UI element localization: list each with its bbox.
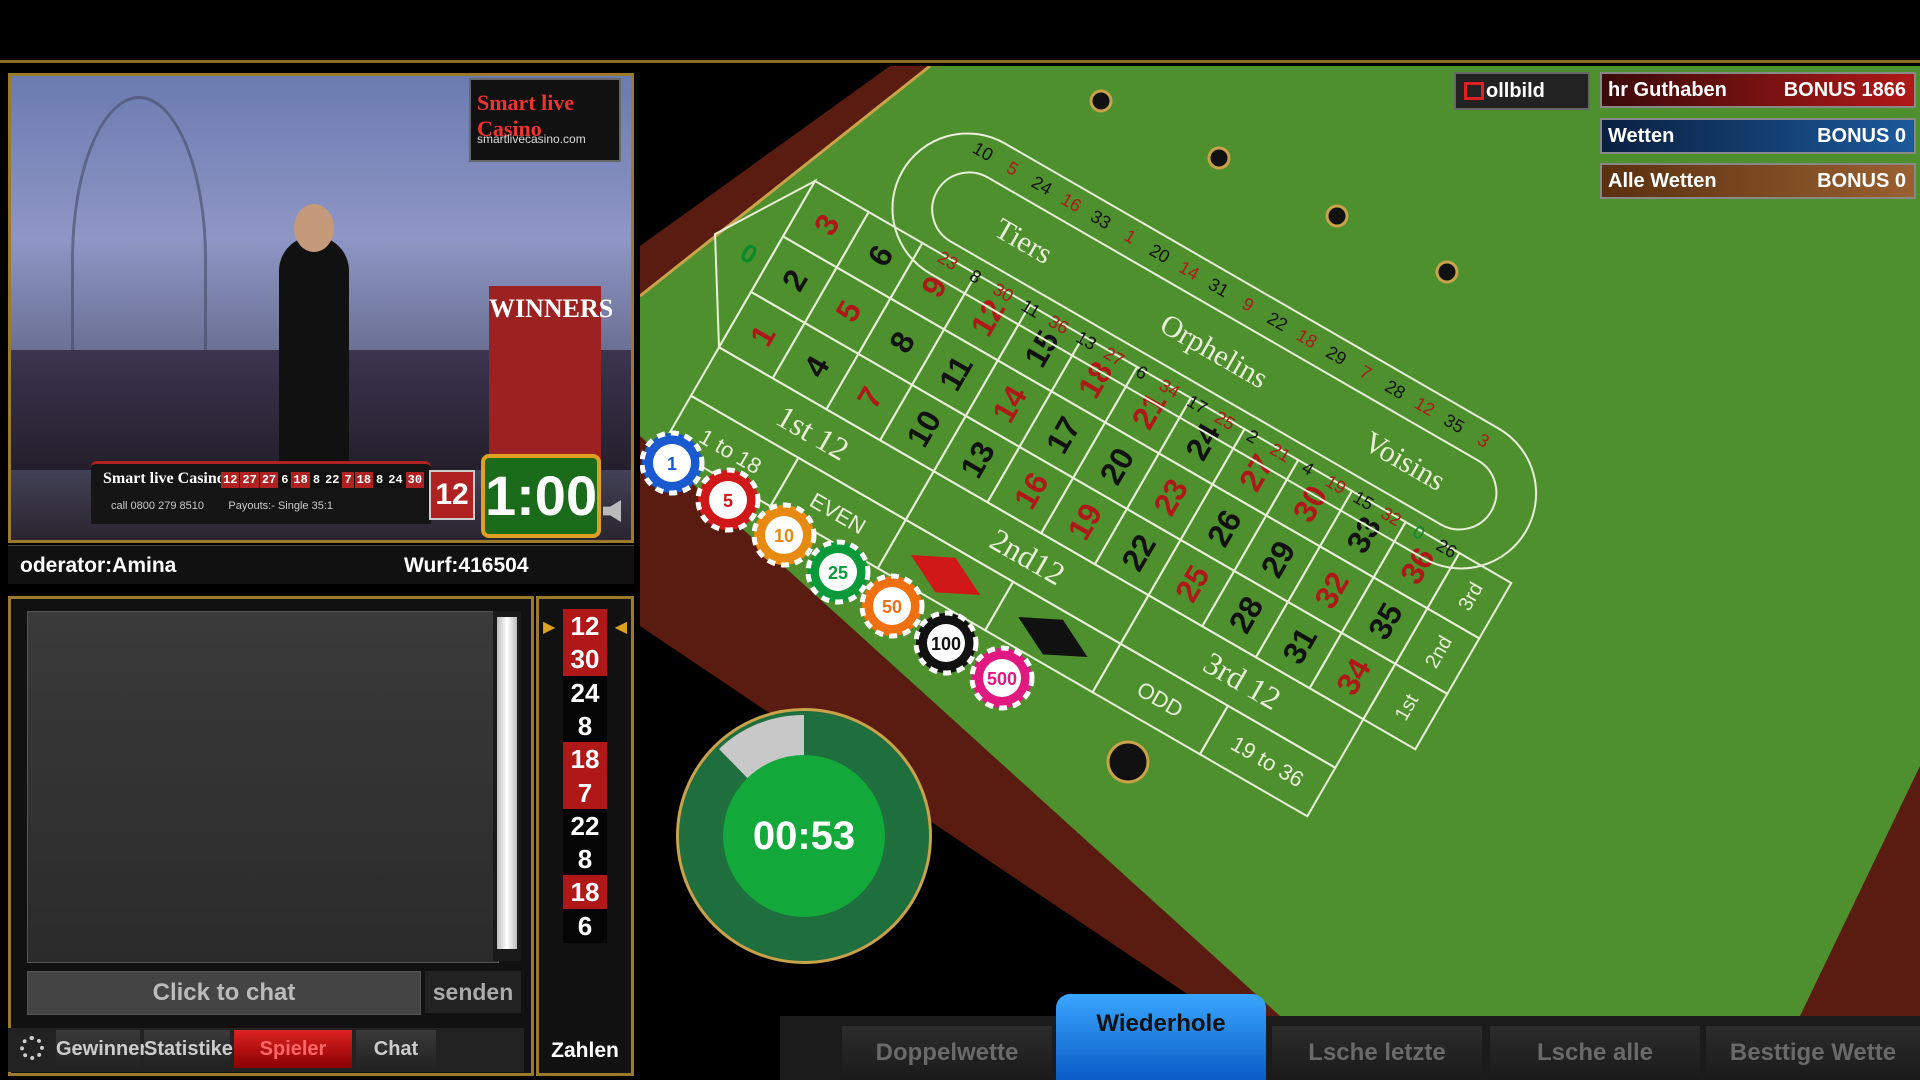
chat-messages[interactable] bbox=[27, 611, 499, 963]
info-bar: oderator:Amina Wurf:416504 bbox=[8, 545, 634, 584]
all-bets-label: Alle Wetten bbox=[1608, 170, 1717, 192]
tab-statistics[interactable]: Statistiken bbox=[144, 1030, 245, 1068]
ticker-payouts: Payouts:- Single 35:1 bbox=[228, 500, 333, 512]
history-label: Zahlen bbox=[551, 1039, 619, 1062]
rail-hole bbox=[1435, 260, 1459, 284]
panel-tabs: Gewinner Statistiken Spieler Chat bbox=[8, 1028, 524, 1072]
fullscreen-label: ollbild bbox=[1486, 80, 1545, 102]
tab-winners[interactable]: Gewinner bbox=[56, 1030, 147, 1068]
send-button[interactable]: senden bbox=[425, 971, 521, 1013]
ticker-phone: call 0800 279 8510 bbox=[111, 500, 204, 512]
ticker-number: 27 bbox=[259, 472, 279, 488]
ticker-number: 18 bbox=[291, 472, 310, 488]
history-number: 6 bbox=[563, 908, 607, 943]
chip-value: 50 bbox=[882, 597, 902, 617]
spin-counter: Wurf:416504 bbox=[404, 554, 529, 577]
chip-value: 1 bbox=[667, 454, 677, 474]
dealer-image bbox=[279, 236, 349, 486]
chip-value: 5 bbox=[723, 491, 733, 511]
history-number: 24 bbox=[563, 675, 607, 710]
bets-value: BONUS 0 bbox=[1817, 125, 1906, 147]
timer-value: 00:53 bbox=[723, 755, 885, 917]
balance-label: hr Guthaben bbox=[1608, 79, 1727, 101]
history-number: 18 bbox=[563, 875, 607, 910]
video-countdown: 1:00 bbox=[481, 454, 601, 538]
history-number: 12 bbox=[563, 609, 607, 643]
rail-hole bbox=[1106, 740, 1150, 784]
all-bets-box: Alle Wetten BONUS 0 bbox=[1600, 163, 1916, 199]
ticker-number: 7 bbox=[342, 472, 354, 488]
ticker-number: 27 bbox=[240, 472, 259, 488]
ticker-number: 18 bbox=[354, 472, 374, 488]
tab-chat[interactable]: Chat bbox=[356, 1030, 436, 1068]
casino-logo: Smart live Casino smartlivecasino.com bbox=[469, 78, 621, 162]
double-bet-button[interactable]: Doppelwette bbox=[842, 1026, 1052, 1080]
chat-scrollbar[interactable] bbox=[493, 611, 521, 961]
fullscreen-icon bbox=[1464, 82, 1484, 100]
chip-value: 25 bbox=[828, 563, 848, 583]
repeat-button[interactable]: Wiederhole bbox=[1056, 994, 1266, 1080]
history-number: 30 bbox=[563, 642, 607, 677]
rail-hole bbox=[1325, 204, 1349, 228]
video-ticker: Smart live Casino 12 27 27 6 18 8 22 7 18 8 24 30 c… bbox=[91, 461, 431, 524]
history-number: 22 bbox=[563, 808, 607, 843]
arrow-right-icon: ▶ bbox=[543, 619, 556, 636]
number-history: ▶ ◀ 12 30 24 8 18 7 22 8 18 6 Zahlen bbox=[536, 596, 634, 1076]
history-number: 8 bbox=[563, 842, 607, 877]
scroll-thumb[interactable] bbox=[497, 617, 517, 949]
balance-value: BONUS 1866 bbox=[1783, 79, 1906, 101]
all-bets-value: BONUS 0 bbox=[1817, 170, 1906, 192]
balance-box: hr Guthaben BONUS 1866 bbox=[1600, 72, 1916, 108]
chip-value: 10 bbox=[774, 526, 794, 546]
winners-label: WINNERS bbox=[489, 294, 614, 323]
undo-last-button[interactable]: Lsche letzte bbox=[1272, 1026, 1482, 1080]
ticker-number: 8 bbox=[310, 472, 323, 488]
bets-box: Wetten BONUS 0 bbox=[1600, 118, 1916, 154]
ticker-number: 6 bbox=[279, 472, 291, 488]
rail-hole bbox=[1207, 146, 1231, 170]
ticker-number: 12 bbox=[221, 472, 240, 488]
rail-hole bbox=[1089, 89, 1113, 113]
history-number: 8 bbox=[563, 708, 607, 743]
ticker-brand: Smart live Casino bbox=[103, 470, 225, 487]
logo-url: smartlivecasino.com bbox=[477, 132, 586, 146]
chip-value: 100 bbox=[931, 634, 961, 654]
confirm-bet-button[interactable]: Besttige Wette bbox=[1706, 1026, 1920, 1080]
ticker-info: call 0800 279 8510 Payouts:- Single 35:1 bbox=[111, 500, 431, 512]
bet-timer: 00:53 bbox=[676, 708, 932, 964]
moderator-label: oderator:Amina bbox=[20, 554, 177, 577]
chat-input[interactable]: Click to chat bbox=[27, 971, 421, 1015]
ticker-number: 22 bbox=[323, 472, 342, 488]
history-number: 18 bbox=[563, 742, 607, 777]
ticker-number: 8 bbox=[374, 472, 386, 488]
arrow-left-icon: ◀ bbox=[614, 619, 627, 636]
gear-icon[interactable] bbox=[20, 1036, 44, 1060]
bets-label: Wetten bbox=[1608, 125, 1675, 147]
chip-value: 500 bbox=[987, 669, 1017, 689]
tab-players[interactable]: Spieler bbox=[234, 1030, 352, 1068]
clear-all-button[interactable]: Lsche alle bbox=[1490, 1026, 1700, 1080]
ticker-number: 24 bbox=[386, 472, 405, 488]
history-number: 7 bbox=[563, 775, 607, 810]
ticker-number: 30 bbox=[405, 472, 425, 488]
ticker-numbers: 12 27 27 6 18 8 22 7 18 8 24 30 bbox=[221, 472, 425, 488]
live-video: Smart live Casino smartlivecasino.com WI… bbox=[8, 73, 634, 543]
chat-panel: Click to chat senden bbox=[8, 596, 534, 1076]
video-last-number: 12 bbox=[429, 470, 475, 520]
fullscreen-button[interactable]: ollbild bbox=[1454, 72, 1590, 110]
